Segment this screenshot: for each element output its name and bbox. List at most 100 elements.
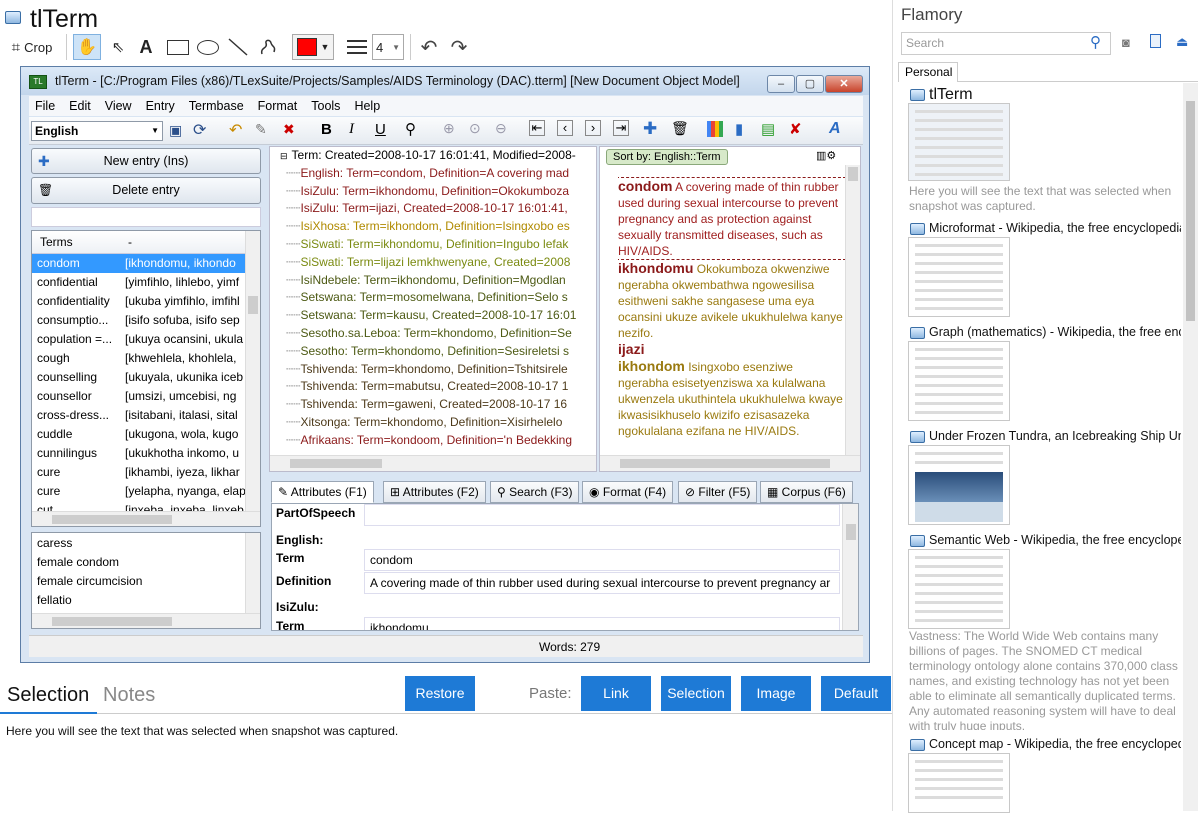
- add-icon[interactable]: ✚: [643, 119, 657, 139]
- zoom-out-icon[interactable]: ⊖: [495, 120, 507, 137]
- freehand-tool-button[interactable]: [255, 34, 281, 60]
- trash-icon[interactable]: 🗑: [671, 120, 689, 137]
- first-icon[interactable]: ⇤: [529, 120, 545, 136]
- tree-row[interactable]: ┄┄Sesotho: Term=khondomo, Definition=Ses…: [270, 343, 596, 361]
- delete-entry-button[interactable]: 🗑 Delete entry: [31, 177, 261, 204]
- zoom-icon[interactable]: ⊙: [469, 120, 481, 137]
- tree-row[interactable]: ┄┄Tshivenda: Term=gaweni, Created=2008-1…: [270, 396, 596, 414]
- language-select[interactable]: English ▼: [31, 121, 163, 141]
- terms-hscrollbar[interactable]: [32, 511, 260, 526]
- remove-icon[interactable]: ✘: [789, 120, 802, 138]
- paste-selection-button[interactable]: Selection: [661, 676, 731, 711]
- tree-row[interactable]: ┄┄IsiNdebele: Term=ikhondomu, Definition…: [270, 272, 596, 290]
- font-icon[interactable]: A: [829, 120, 841, 138]
- tab-notes[interactable]: Notes: [103, 684, 155, 707]
- text-tool-button[interactable]: A: [134, 34, 158, 60]
- term-row[interactable]: counselling [ukuyala, ukunika iceb: [32, 368, 260, 387]
- save-icon[interactable]: ▣: [169, 122, 182, 139]
- zoom-in-icon[interactable]: ⊕: [443, 120, 455, 137]
- search-input[interactable]: Search: [901, 32, 1111, 55]
- term-row[interactable]: cough [khwehlela, khohlela,: [32, 349, 260, 368]
- related-hscrollbar[interactable]: [32, 613, 260, 628]
- snapshot-title[interactable]: Under Frozen Tundra, an Icebreaking Ship…: [929, 429, 1181, 443]
- snapshot-thumbnail[interactable]: [908, 445, 1010, 525]
- attributes-scrollbar[interactable]: [842, 504, 858, 630]
- preview-scrollbar[interactable]: [845, 165, 860, 455]
- snapshot-title[interactable]: tlTerm: [929, 86, 973, 104]
- color-picker[interactable]: ▼: [292, 34, 334, 60]
- term-field[interactable]: ikhondomu: [364, 617, 840, 630]
- snapshot-title[interactable]: Semantic Web - Wikipedia, the free encyc…: [929, 533, 1181, 547]
- term-row[interactable]: confidentiality [ukuba yimfihlo, imfihl: [32, 292, 260, 311]
- camera-icon[interactable]: ◙: [1122, 35, 1130, 50]
- term-field[interactable]: condom: [364, 549, 840, 571]
- menu-file[interactable]: File: [35, 99, 55, 113]
- related-term-row[interactable]: caress: [32, 534, 260, 553]
- next-icon[interactable]: ›: [585, 120, 601, 136]
- preview-tools-icon[interactable]: ▥⚙: [816, 149, 836, 162]
- snapshot-title[interactable]: Concept map - Wikipedia, the free encycl…: [929, 737, 1181, 751]
- crop-button[interactable]: ⌗ Crop: [6, 34, 58, 60]
- snapshot-thumbnail[interactable]: [908, 753, 1010, 813]
- tab-personal[interactable]: Personal: [898, 62, 958, 82]
- select-tool-button[interactable]: ⇖: [106, 34, 130, 60]
- chart-icon[interactable]: ▮: [735, 120, 743, 138]
- snapshot-thumbnail[interactable]: [908, 237, 1010, 317]
- search-icon[interactable]: ⚲: [1090, 33, 1101, 51]
- google-icon[interactable]: [707, 121, 723, 137]
- tree-root[interactable]: ⊟ Term: Created=2008-10-17 16:01:41, Modi…: [270, 147, 596, 165]
- tree-row[interactable]: ┄┄English: Term=condom, Definition=A cov…: [270, 165, 596, 183]
- term-row[interactable]: condom [ikhondomu, ikhondo: [32, 254, 260, 273]
- underline-button[interactable]: U: [375, 121, 386, 138]
- term-row[interactable]: cure [ikhambi, iyeza, likhar: [32, 463, 260, 482]
- find-icon[interactable]: ⚲: [405, 120, 416, 138]
- tree-row[interactable]: ┄┄IsiZulu: Term=ikhondomu, Definition=Ok…: [270, 183, 596, 201]
- tree-row[interactable]: ┄┄IsiXhosa: Term=ikhondom, Definition=Is…: [270, 218, 596, 236]
- menu-edit[interactable]: Edit: [69, 99, 91, 113]
- tree-row[interactable]: ┄┄Setswana: Term=mosomelwana, Definition…: [270, 289, 596, 307]
- close-button[interactable]: ✕: [825, 75, 863, 93]
- related-scrollbar[interactable]: [245, 533, 260, 613]
- undo-button[interactable]: ↶: [416, 34, 442, 60]
- capture-icon[interactable]: ⏏: [1176, 34, 1188, 50]
- term-row[interactable]: counsellor [umsizi, umcebisi, ng: [32, 387, 260, 406]
- prev-icon[interactable]: ‹: [557, 120, 573, 136]
- stats-icon[interactable]: ▤: [761, 120, 775, 138]
- menu-help[interactable]: Help: [354, 99, 380, 113]
- tab-selection[interactable]: Selection: [7, 684, 89, 707]
- snapshot-title[interactable]: Microformat - Wikipedia, the free encycl…: [929, 221, 1181, 235]
- paste-image-button[interactable]: Image: [741, 676, 811, 711]
- italic-button[interactable]: I: [349, 121, 354, 138]
- tree-row[interactable]: ┄┄SiSwati: Term=ikhondomu, Definition=In…: [270, 236, 596, 254]
- tree-row[interactable]: ┄┄Sesotho.sa.Leboa: Term=khondomo, Defin…: [270, 325, 596, 343]
- ellipse-tool-button[interactable]: [194, 34, 222, 60]
- bold-button[interactable]: B: [321, 121, 332, 138]
- paste-default-button[interactable]: Default: [821, 676, 891, 711]
- tree-row[interactable]: ┄┄Setswana: Term=kausu, Created=2008-10-…: [270, 307, 596, 325]
- term-row[interactable]: copulation =... [ukuya ocansini, ukula: [32, 330, 260, 349]
- snapshot-title[interactable]: Graph (mathematics) - Wikipedia, the fre…: [929, 325, 1181, 339]
- menu-termbase[interactable]: Termbase: [189, 99, 244, 113]
- tree-row[interactable]: ┄┄Tshivenda: Term=mabutsu, Created=2008-…: [270, 378, 596, 396]
- tab-format[interactable]: ◉ Format (F4): [582, 481, 674, 503]
- tab-search[interactable]: ⚲ Search (F3): [490, 481, 580, 503]
- related-term-row[interactable]: fellatio: [32, 591, 260, 610]
- undo-icon[interactable]: ↶: [229, 120, 242, 140]
- snapshot-thumbnail[interactable]: [908, 549, 1010, 629]
- related-term-row[interactable]: female condom: [32, 553, 260, 572]
- menu-tools[interactable]: Tools: [311, 99, 340, 113]
- paste-link-button[interactable]: Link: [581, 676, 651, 711]
- term-row[interactable]: cross-dress... [isitabani, italasi, sital: [32, 406, 260, 425]
- terms-col-header[interactable]: Terms: [40, 231, 128, 253]
- redo-button[interactable]: ↷: [446, 34, 472, 60]
- delete-icon[interactable]: ✖: [283, 121, 295, 138]
- menu-format[interactable]: Format: [258, 99, 298, 113]
- tree-hscrollbar[interactable]: [270, 455, 596, 471]
- snapshot-thumbnail[interactable]: [908, 341, 1010, 421]
- terms-scrollbar[interactable]: [245, 231, 260, 511]
- tree-row[interactable]: ┄┄Afrikaans: Term=kondoom, Definition='n…: [270, 432, 596, 450]
- definition-field[interactable]: A covering made of thin rubber used duri…: [364, 572, 840, 594]
- tab-attributes-f1[interactable]: ✎ Attributes (F1): [271, 481, 374, 503]
- snapshot-thumbnail[interactable]: [908, 103, 1010, 181]
- tab-filter[interactable]: ⊘ Filter (F5): [678, 481, 758, 503]
